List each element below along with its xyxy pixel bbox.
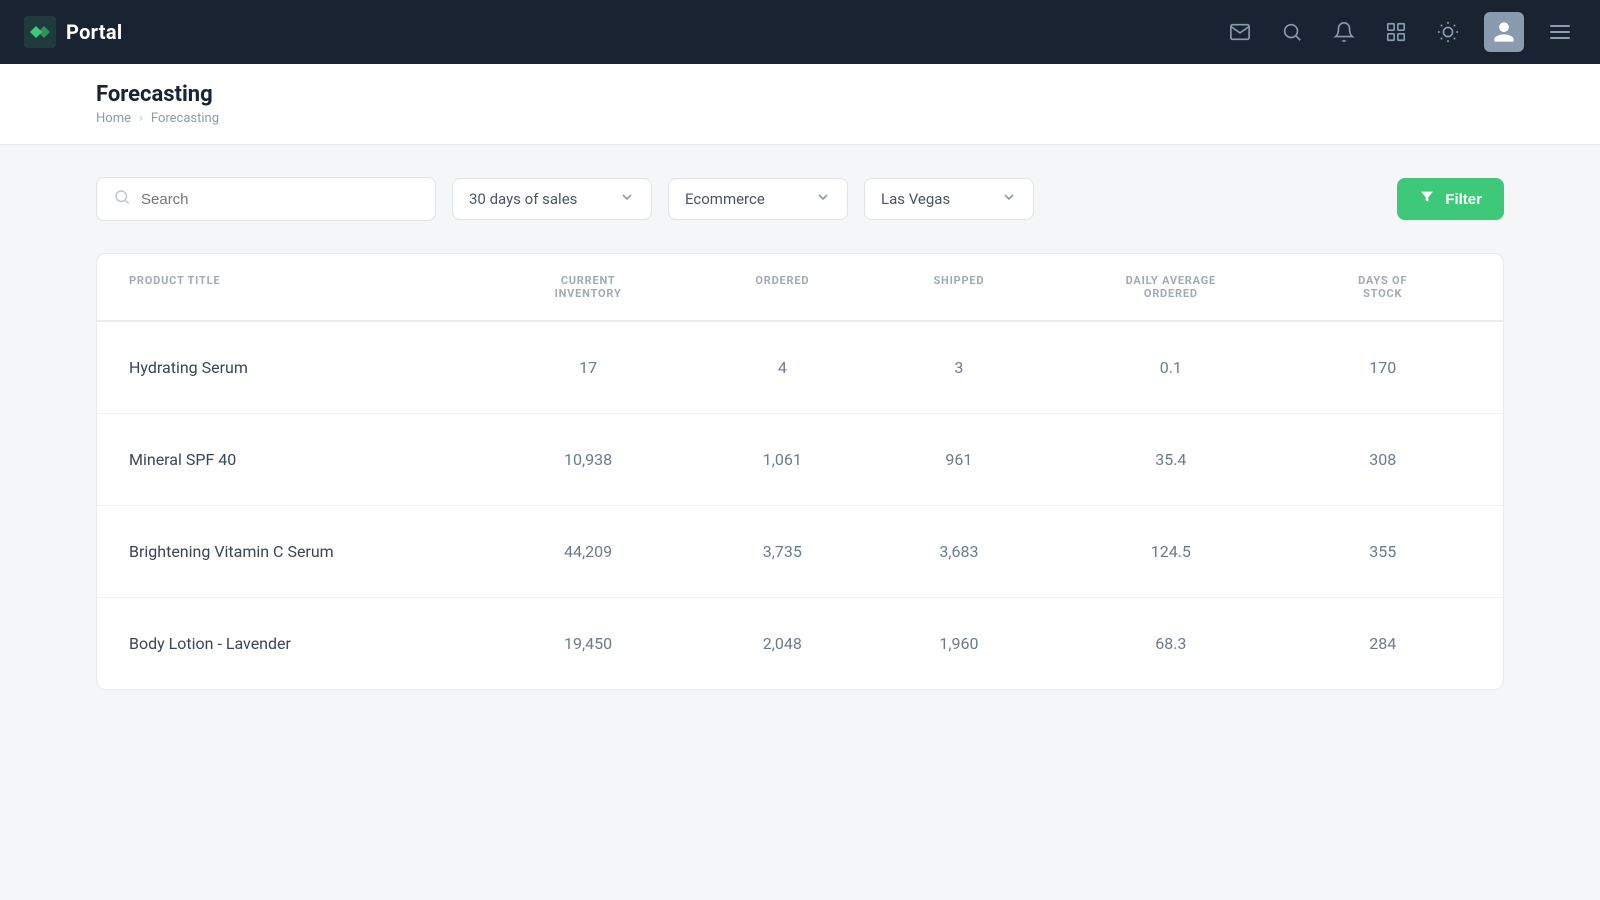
- cell-daily-average: 68.3: [1047, 598, 1294, 689]
- col-header-current-inventory: CURRENTINVENTORY: [482, 254, 694, 320]
- col-header-ordered: ORDERED: [694, 254, 871, 320]
- sales-period-chevron-icon: [619, 189, 635, 209]
- cell-shipped: 961: [871, 414, 1048, 505]
- inbox-icon[interactable]: [1224, 16, 1256, 48]
- channel-dropdown[interactable]: Ecommerce: [668, 178, 848, 220]
- cell-shipped: 3: [871, 322, 1048, 413]
- search-icon: [113, 188, 131, 210]
- cell-days-of-stock: 308: [1294, 414, 1471, 505]
- cell-product-title: Hydrating Serum: [129, 322, 482, 413]
- breadcrumb: Home › Forecasting: [96, 111, 1504, 126]
- filter-icon: [1419, 189, 1435, 209]
- table-header: PRODUCT TITLE CURRENTINVENTORY ORDERED S…: [97, 254, 1503, 322]
- location-label: Las Vegas: [881, 190, 950, 208]
- app-title: Portal: [66, 20, 122, 44]
- col-header-daily-average: DAILY AVERAGEORDERED: [1047, 254, 1294, 320]
- bell-icon[interactable]: [1328, 16, 1360, 48]
- breadcrumb-home[interactable]: Home: [96, 111, 131, 126]
- cell-ordered: 4: [694, 322, 871, 413]
- cell-days-of-stock: 355: [1294, 506, 1471, 597]
- cell-days-of-stock: 170: [1294, 322, 1471, 413]
- cell-ordered: 1,061: [694, 414, 871, 505]
- cell-current-inventory: 17: [482, 322, 694, 413]
- filter-label: Filter: [1445, 191, 1482, 208]
- cell-current-inventory: 19,450: [482, 598, 694, 689]
- location-chevron-icon: [1001, 189, 1017, 209]
- search-box[interactable]: [96, 177, 436, 221]
- table-row: Body Lotion - Lavender 19,450 2,048 1,96…: [97, 598, 1503, 689]
- search-nav-icon[interactable]: [1276, 16, 1308, 48]
- search-input[interactable]: [141, 191, 419, 208]
- table-body: Hydrating Serum 17 4 3 0.1 170 Mineral S…: [97, 322, 1503, 689]
- cell-daily-average: 124.5: [1047, 506, 1294, 597]
- cell-product-title: Mineral SPF 40: [129, 414, 482, 505]
- table-row: Brightening Vitamin C Serum 44,209 3,735…: [97, 506, 1503, 598]
- cell-product-title: Body Lotion - Lavender: [129, 598, 482, 689]
- cell-shipped: 1,960: [871, 598, 1048, 689]
- apps-icon[interactable]: [1380, 16, 1412, 48]
- channel-label: Ecommerce: [685, 190, 765, 208]
- breadcrumb-current: Forecasting: [151, 111, 219, 126]
- col-header-product-title: PRODUCT TITLE: [129, 254, 482, 320]
- cell-daily-average: 0.1: [1047, 322, 1294, 413]
- menu-icon[interactable]: [1544, 19, 1576, 45]
- cell-days-of-stock: 284: [1294, 598, 1471, 689]
- col-header-days-of-stock: DAYS OFSTOCK: [1294, 254, 1471, 320]
- table-row: Hydrating Serum 17 4 3 0.1 170: [97, 322, 1503, 414]
- theme-icon[interactable]: [1432, 16, 1464, 48]
- location-dropdown[interactable]: Las Vegas: [864, 178, 1034, 220]
- cell-daily-average: 35.4: [1047, 414, 1294, 505]
- sales-period-dropdown[interactable]: 30 days of sales: [452, 178, 652, 220]
- toolbar: 30 days of sales Ecommerce Las Vegas: [96, 177, 1504, 221]
- avatar[interactable]: [1484, 12, 1524, 52]
- filter-button[interactable]: Filter: [1397, 178, 1504, 220]
- topnav: Portal: [0, 0, 1600, 64]
- cell-shipped: 3,683: [871, 506, 1048, 597]
- page-title: Forecasting: [96, 82, 1504, 107]
- cell-ordered: 2,048: [694, 598, 871, 689]
- cell-current-inventory: 44,209: [482, 506, 694, 597]
- cell-ordered: 3,735: [694, 506, 871, 597]
- table-row: Mineral SPF 40 10,938 1,061 961 35.4 308: [97, 414, 1503, 506]
- sales-period-label: 30 days of sales: [469, 190, 577, 208]
- breadcrumb-separator: ›: [139, 111, 143, 126]
- channel-chevron-icon: [815, 189, 831, 209]
- logo-area: Portal: [24, 16, 1208, 48]
- logo-icon: [24, 16, 56, 48]
- data-table: PRODUCT TITLE CURRENTINVENTORY ORDERED S…: [96, 253, 1504, 690]
- col-header-shipped: SHIPPED: [871, 254, 1048, 320]
- main-content: 30 days of sales Ecommerce Las Vegas: [0, 145, 1600, 722]
- breadcrumb-area: Forecasting Home › Forecasting: [0, 64, 1600, 145]
- cell-current-inventory: 10,938: [482, 414, 694, 505]
- nav-icons: [1224, 12, 1576, 52]
- cell-product-title: Brightening Vitamin C Serum: [129, 506, 482, 597]
